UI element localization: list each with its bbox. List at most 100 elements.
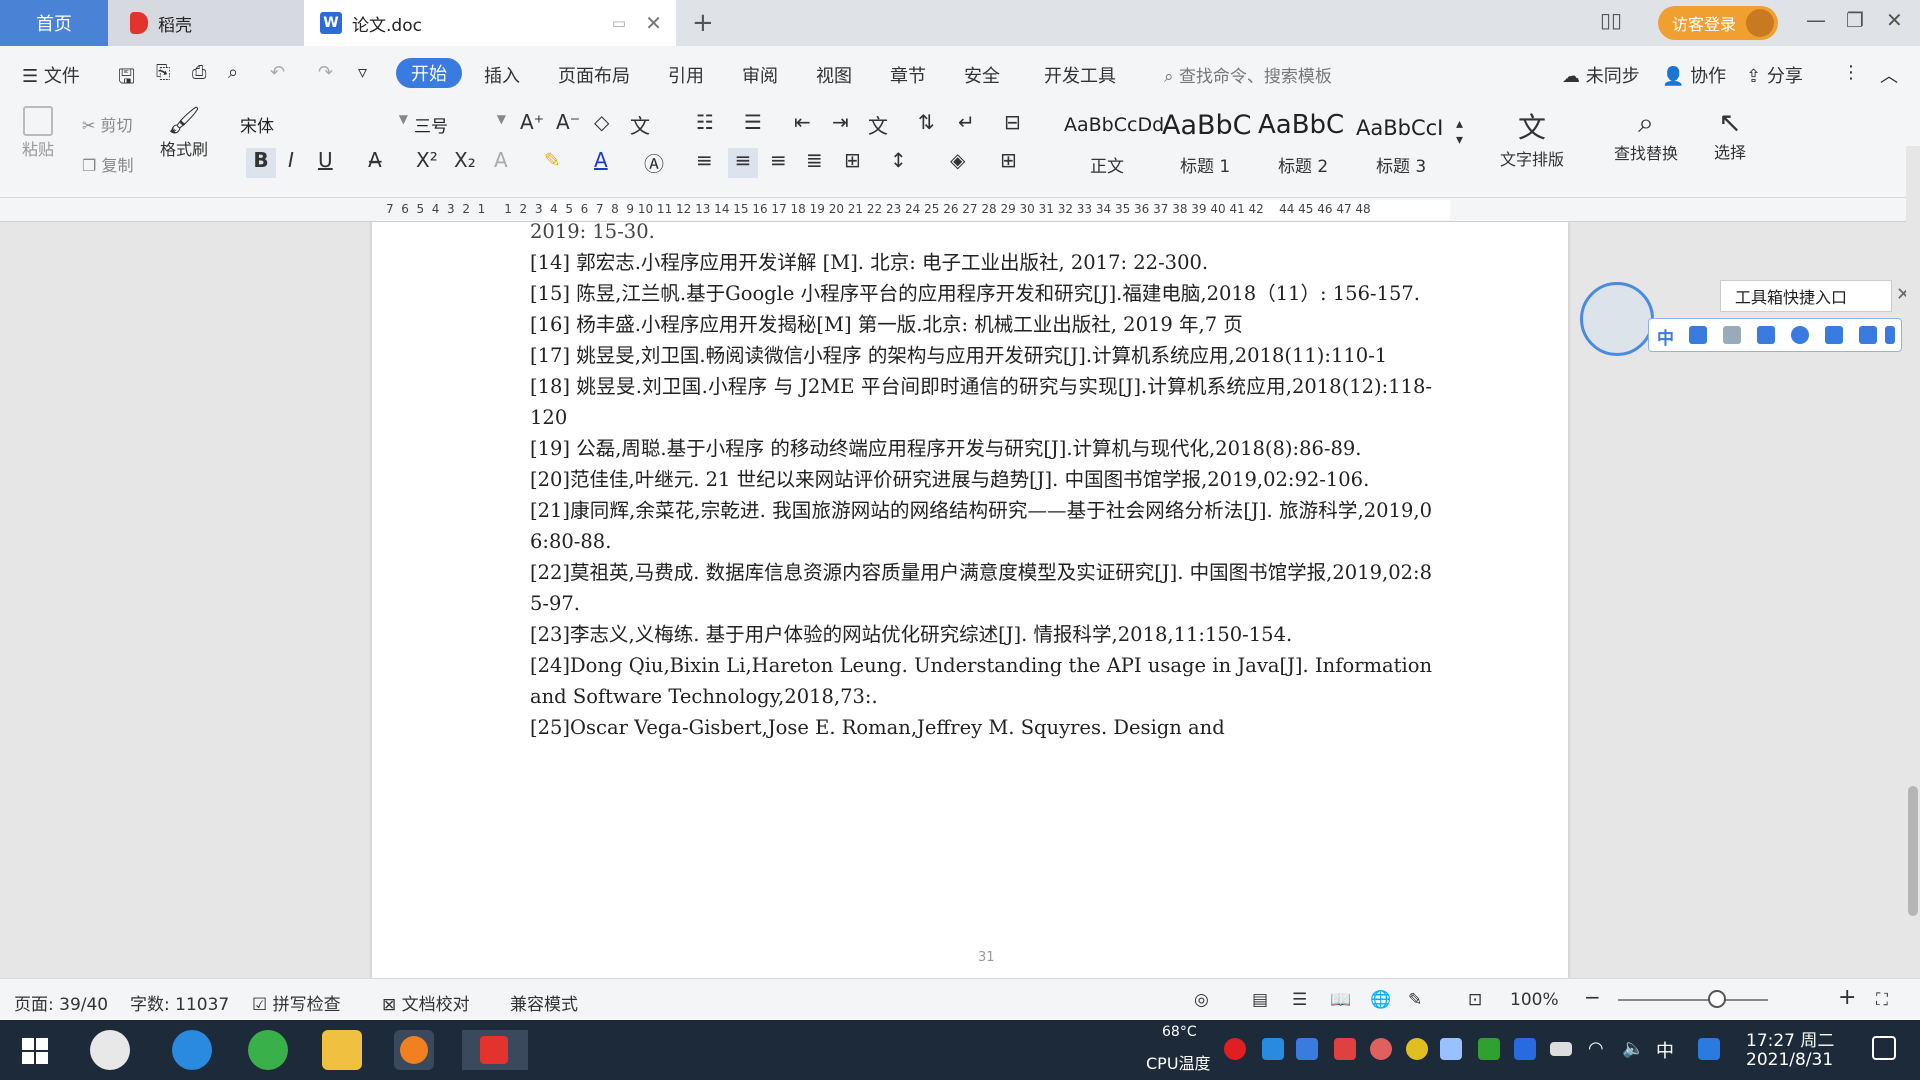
bluetooth-icon[interactable] [1514,1038,1536,1060]
tab-document[interactable]: W 论文.doc ▭ ✕ [304,0,676,46]
strikethrough-icon[interactable]: A̶ [368,148,382,172]
layout-icon[interactable]: ▯▯ [1600,8,1622,32]
tab-home[interactable]: 首页 [0,0,108,46]
align-right-icon[interactable]: ≡ [770,148,787,172]
tab-chapter[interactable]: 章节 [890,62,926,88]
toolbox-avatar-icon[interactable] [1580,282,1654,356]
monitor-icon[interactable]: ▭ [612,14,626,32]
style-heading3-sample[interactable]: AaBbCcI [1356,116,1443,140]
nvidia-icon[interactable] [1478,1038,1500,1060]
battery-icon[interactable] [1550,1042,1572,1056]
command-search[interactable]: ⌕ 查找命令、搜索模板 [1164,62,1332,87]
wifi-icon[interactable]: ◠ [1588,1038,1610,1060]
minimize-icon[interactable]: — [1806,8,1826,32]
italic-icon[interactable]: I [288,148,294,172]
vertical-scrollbar[interactable] [1906,146,1920,978]
tab-start[interactable]: 开始 [396,58,462,88]
paste-button[interactable]: 粘贴 [22,106,54,160]
toolbox-bar[interactable]: 中 [1648,318,1902,352]
tab-insert[interactable]: 插入 [484,62,520,88]
decrease-indent-icon[interactable]: ⇤ [794,110,811,134]
app-pinwheel-icon[interactable] [90,1030,130,1070]
document-page[interactable]: 2019: 15-30. [14] 郭宏志.小程序应用开发详解 [M]. 北京:… [372,222,1568,978]
notification-icon[interactable] [1872,1036,1896,1060]
more-tools-icon[interactable] [1885,326,1895,344]
reference-17[interactable]: [17] 姚昱旻,刘卫国.畅阅读微信小程序 的架构与应用开发研究[J].计算机系… [530,340,1432,371]
toolbox-widget[interactable]: 中 工具箱快捷入口 ✕ [1580,280,1906,360]
web-view-icon[interactable]: 🌐 [1370,990,1391,1010]
punctuation-icon[interactable] [1723,326,1741,344]
reference-18[interactable]: [18] 姚昱旻.刘卫国.小程序 与 J2ME 平台间即时通信的研究与实现[J]… [530,371,1432,433]
tray-app-icon[interactable] [1370,1038,1392,1060]
tab-developer[interactable]: 开发工具 [1044,62,1116,88]
bold-icon[interactable]: B [246,148,276,178]
chinese-layout-icon[interactable]: 文 [868,110,888,139]
print-preview-icon[interactable]: ⌕ [228,62,238,83]
quick-access-dropdown-icon[interactable]: ▿ [358,62,367,83]
tab-security[interactable]: 安全 [964,62,1000,88]
skin-icon[interactable] [1825,326,1843,344]
collapse-ribbon-icon[interactable]: ︿ [1880,62,1898,88]
taskbar-wps[interactable] [462,1030,528,1070]
tray-app-icon[interactable] [1334,1038,1356,1060]
tray-app-icon[interactable] [1698,1038,1720,1060]
borders-icon[interactable]: ⊞ [1000,148,1017,172]
page-count[interactable]: 页面: 39/40 [14,990,108,1015]
text-effect-icon[interactable]: A [494,148,508,172]
file-menu[interactable]: ☰ 文件 [22,62,80,88]
close-window-icon[interactable]: ✕ [1886,8,1903,32]
show-marks-icon[interactable]: ↵ [958,110,975,134]
browser-360-icon[interactable] [248,1030,288,1070]
file-explorer-icon[interactable] [322,1030,362,1070]
tray-app-icon[interactable] [1224,1038,1246,1060]
wrench-icon[interactable] [1757,326,1775,344]
redo-icon[interactable]: ↷ [318,62,333,83]
zoom-out-icon[interactable]: − [1584,985,1601,1009]
doc-proofread[interactable]: ⊠ 文档校对 [382,990,470,1015]
tab-references[interactable]: 引用 [668,62,704,88]
moon-icon[interactable] [1689,326,1707,344]
tray-network-app-icon[interactable] [1262,1038,1284,1060]
tab-stop-icon[interactable]: ⊟ [1004,110,1021,134]
share-button[interactable]: ⇪ 分享 [1746,62,1803,88]
reference-21[interactable]: [21]康同辉,余菜花,宗乾进. 我国旅游网站的网络结构研究——基于社会网络分析… [530,495,1432,557]
copy-button[interactable]: ❐ 复制 [82,152,133,176]
reference-15[interactable]: [15] 陈昱,江兰帆.基于Google 小程序平台的应用程序开发和研究[J].… [530,278,1432,309]
clock-time[interactable]: 17:27 周二 [1746,1026,1834,1051]
tab-view[interactable]: 视图 [816,62,852,88]
chinese-input-icon[interactable]: 中 [1657,324,1674,349]
export-icon[interactable]: ⎘ [156,62,170,83]
close-tab-icon[interactable]: ✕ [645,11,662,35]
spell-check[interactable]: ☑ 拼写检查 [252,990,341,1015]
tab-daoke[interactable]: 稻壳 [108,0,304,46]
clock-date[interactable]: 2021/8/31 [1746,1050,1833,1070]
undo-icon[interactable]: ↶ [270,62,285,83]
reference-14[interactable]: [14] 郭宏志.小程序应用开发详解 [M]. 北京: 电子工业出版社, 201… [530,247,1432,278]
style-gallery-more-icon[interactable]: ▴ ▾ [1456,116,1463,148]
fullscreen-icon[interactable]: ⛶ [1876,990,1888,1010]
internet-explorer-icon[interactable] [172,1030,212,1070]
style-heading2-sample[interactable]: AaBbC [1258,110,1344,140]
tab-page-layout[interactable]: 页面布局 [558,62,630,88]
collab-button[interactable]: 👤 协作 [1662,62,1726,88]
grid-icon[interactable] [1859,326,1877,344]
reference-25[interactable]: [25]Oscar Vega-Gisbert,Jose E. Roman,Jef… [530,712,1432,743]
eye-protection-icon[interactable]: ◎ [1194,990,1209,1010]
outline-view-icon[interactable]: ☰ [1292,990,1307,1010]
tray-app-icon[interactable] [1440,1038,1462,1060]
tray-app-icon[interactable] [1406,1038,1428,1060]
sort-icon[interactable]: ⇅ [918,110,935,134]
close-icon[interactable]: ✕ [1896,284,1906,305]
input-method-indicator[interactable]: 中 [1656,1037,1674,1063]
reference-24[interactable]: [24]Dong Qiu,Bixin Li,Hareton Leung. Und… [530,650,1432,712]
reference-19[interactable]: [19] 公磊,周聪.基于小程序 的移动终端应用程序开发与研究[J].计算机与现… [530,433,1432,464]
reference-line[interactable]: 2019: 15-30. [530,222,1432,247]
shrink-font-icon[interactable]: A⁻ [556,110,580,134]
taskbar-app-active[interactable] [394,1030,434,1070]
cut-button[interactable]: ✂ 剪切 [82,112,133,136]
reading-view-icon[interactable]: 📖 [1330,990,1351,1010]
windows-start-icon[interactable] [22,1038,48,1064]
page-view-icon[interactable]: ▤ [1252,990,1268,1010]
print-icon[interactable]: ⎙ [192,62,206,83]
document-text[interactable]: 2019: 15-30. [14] 郭宏志.小程序应用开发详解 [M]. 北京:… [530,222,1432,743]
